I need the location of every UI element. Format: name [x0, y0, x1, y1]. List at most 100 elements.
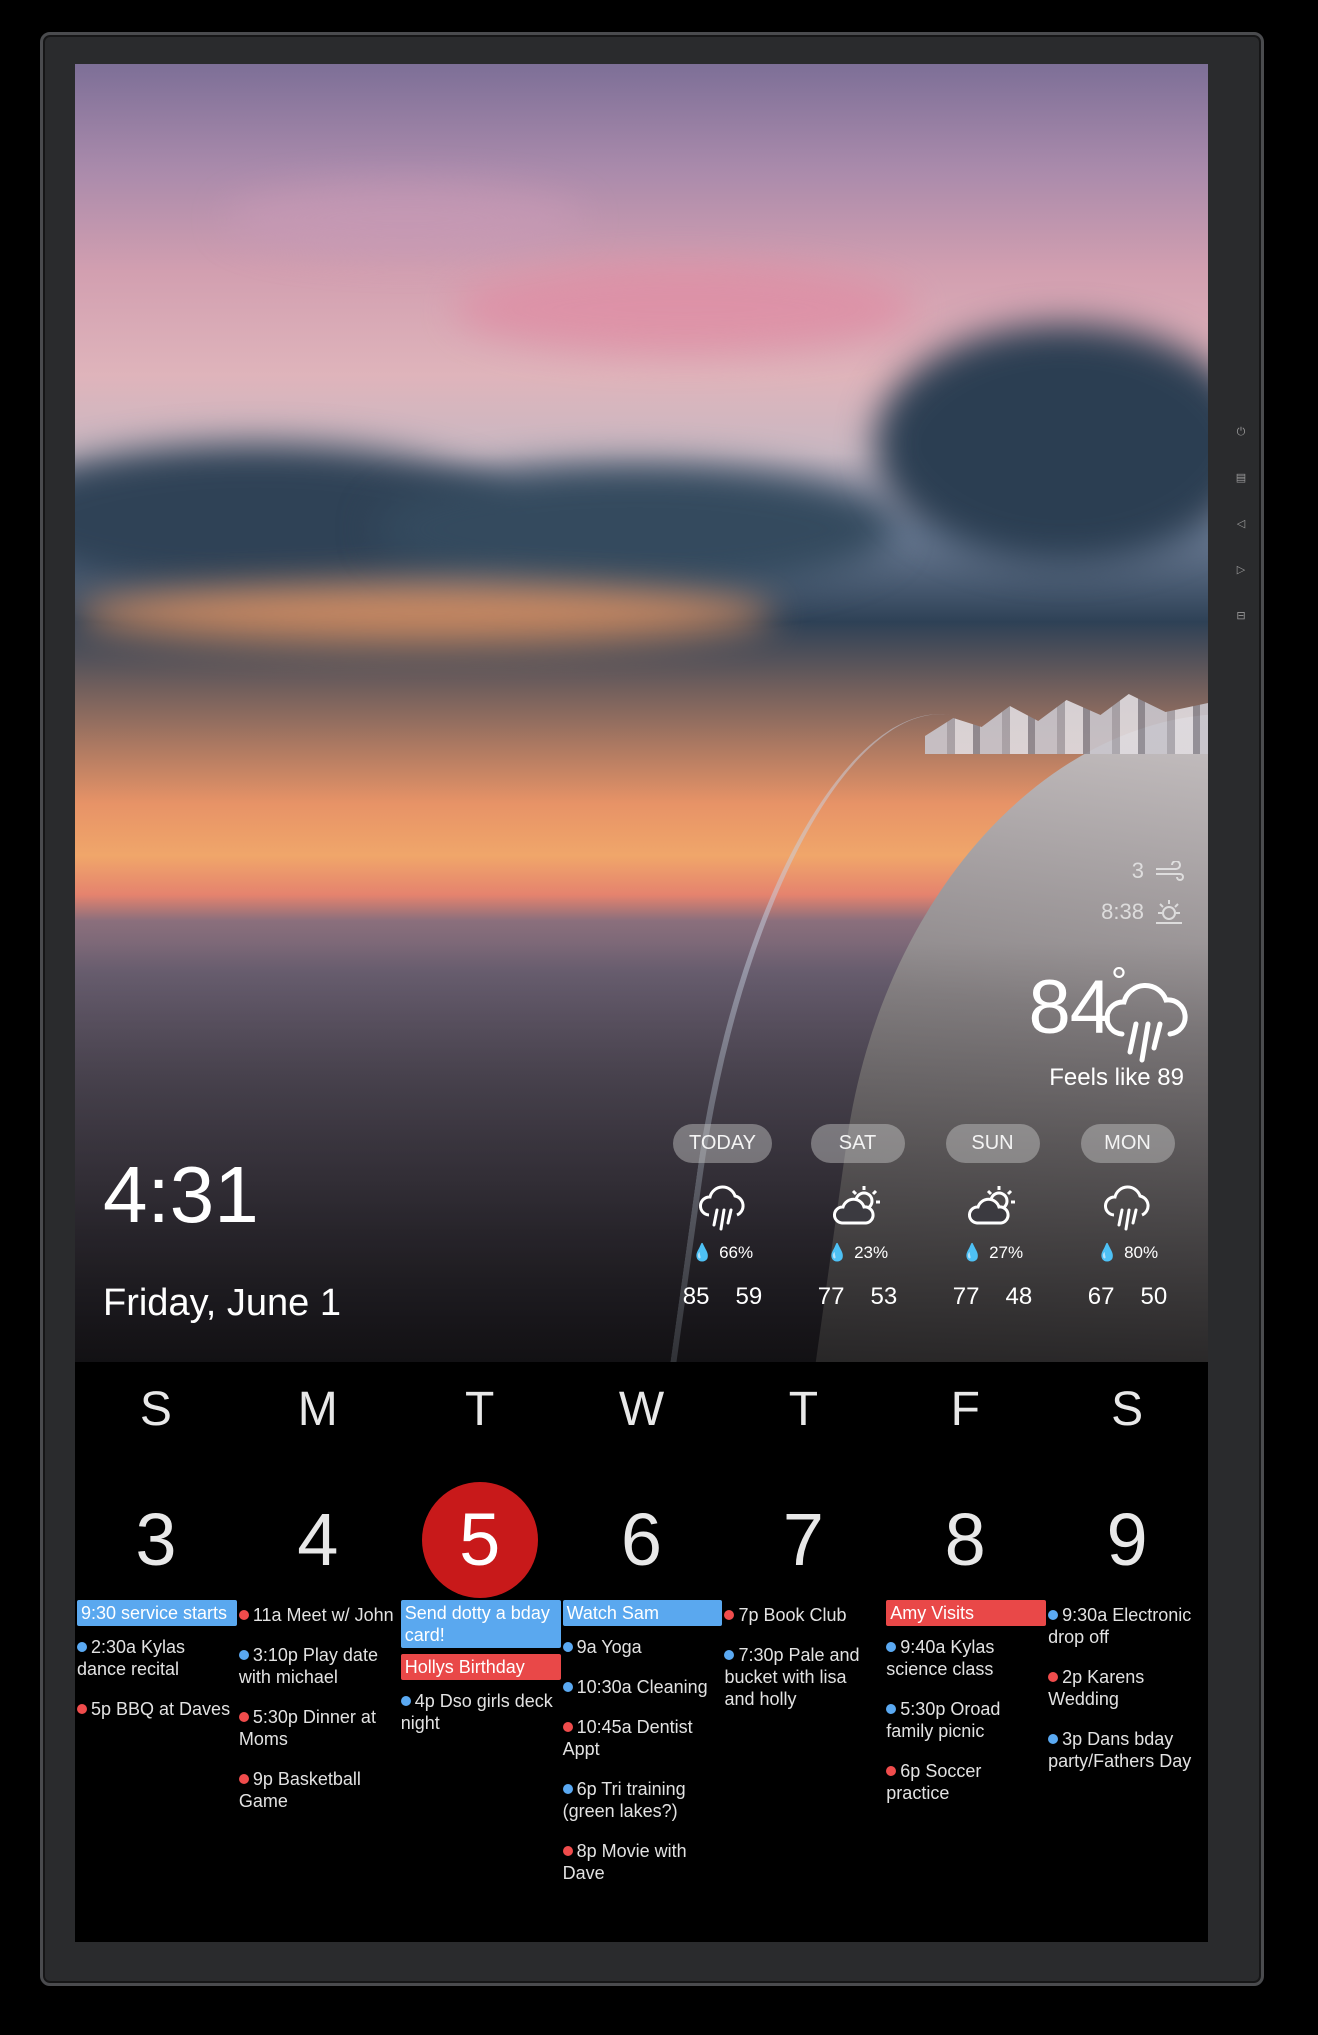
sunrise-readout: 8:38	[1101, 898, 1184, 926]
calendar-event[interactable]: 10:45a Dentist Appt	[562, 1716, 723, 1760]
weekday-label: S	[139, 1383, 172, 1436]
calendar-event[interactable]: 9a Yoga	[562, 1636, 723, 1658]
calendar-event[interactable]: 9:30a Electronic drop off	[1048, 1604, 1208, 1648]
rain-cloud-icon	[1104, 982, 1188, 1063]
calendar-event[interactable]: 4p Dso girls deck night	[400, 1690, 561, 1734]
all-day-event[interactable]: Send dotty a bday card!	[400, 1600, 561, 1648]
sunrise-icon	[1156, 900, 1182, 924]
wind-readout: 3	[1132, 858, 1184, 884]
calendar-event[interactable]: 2:30a Kylas dance recital	[77, 1636, 237, 1680]
high-temp: 77	[952, 1283, 980, 1310]
day-events-column: Send dotty a bday card! Hollys Birthday 4p…	[399, 1600, 561, 1902]
all-day-event[interactable]: Watch Sam	[562, 1600, 723, 1626]
calendar-event[interactable]: 7:30p Pale and bucket with lisa and holl…	[724, 1644, 884, 1710]
calendar-event[interactable]: 2p Karens Wedding	[1048, 1666, 1208, 1710]
date-number[interactable]: 9	[1069, 1482, 1185, 1598]
week-calendar: S M T W T F S 3 4 5 6 7 8 9 9:30 service…	[75, 1362, 1208, 1942]
high-temp: 67	[1087, 1283, 1115, 1310]
date-number[interactable]: 4	[260, 1482, 376, 1598]
day-label: MON	[1080, 1124, 1175, 1163]
calendar-event[interactable]: 5:30p Oroad family picnic	[886, 1698, 1046, 1742]
precip-value: 27%	[989, 1243, 1024, 1262]
event-dot-icon	[238, 1650, 249, 1660]
event-dot-icon	[238, 1610, 249, 1620]
raindrop-icon: 💧	[826, 1243, 849, 1262]
calendar-event[interactable]: 6p Soccer practice	[886, 1760, 1046, 1804]
calendar-event[interactable]: 9p Basketball Game	[238, 1768, 399, 1812]
cloud-shape	[875, 324, 1208, 564]
raindrop-icon: 💧	[961, 1243, 984, 1262]
event-dot-icon	[724, 1610, 735, 1620]
forecast-day: MON 💧 80% 67 50	[1060, 1124, 1195, 1311]
high-temp: 77	[817, 1283, 845, 1310]
event-dot-icon	[562, 1642, 573, 1652]
high-temp: 85	[682, 1283, 710, 1310]
date-number[interactable]: 3	[98, 1482, 214, 1598]
forecast-day: SUN 💧 27% 77 48	[925, 1124, 1060, 1311]
cloud-shape	[75, 584, 775, 644]
day-events-column: 9:30 service starts 2:30a Kylas dance rec…	[75, 1600, 237, 1902]
forecast-day: SAT 💧 23% 77 53	[790, 1124, 925, 1311]
rain-icon	[698, 1185, 745, 1231]
temperature-value: 84	[1028, 965, 1112, 1050]
wind-icon	[1156, 861, 1184, 881]
sunrise-time: 8:38	[1101, 899, 1144, 924]
event-dot-icon	[562, 1722, 573, 1732]
event-dot-icon	[886, 1766, 897, 1776]
cloud-shape	[455, 264, 915, 354]
calendar-event[interactable]: 8p Movie with Dave	[562, 1840, 723, 1884]
date-number[interactable]: 8	[907, 1482, 1023, 1598]
event-text: 7p Book Club	[738, 1605, 847, 1625]
event-dot-icon	[886, 1642, 897, 1652]
event-text: 9:40a Kylas science class	[886, 1637, 995, 1679]
calendar-event[interactable]: 3:10p Play date with michael	[238, 1644, 399, 1688]
event-text: 10:30a Cleaning	[576, 1677, 708, 1697]
weekday-label: F	[950, 1383, 980, 1436]
weekday-label: T	[464, 1383, 495, 1436]
weekday-label: M	[297, 1383, 338, 1436]
side-button-column: ⏻ ▤ ◁ ▷ ⊟	[1229, 425, 1253, 623]
city-skyline	[925, 694, 1208, 754]
all-day-event[interactable]: Hollys Birthday	[400, 1654, 561, 1680]
low-temp: 48	[1005, 1283, 1033, 1310]
date-number[interactable]: 7	[745, 1482, 861, 1598]
volume-up-icon[interactable]: ▷	[1234, 563, 1248, 577]
calendar-event[interactable]: 11a Meet w/ John	[238, 1604, 399, 1626]
precip-chance: 💧 23%	[827, 1243, 888, 1263]
calendar-event[interactable]: 5:30p Dinner at Moms	[238, 1706, 399, 1750]
event-text: 4p Dso girls deck night	[400, 1691, 553, 1733]
all-day-event[interactable]: Amy Visits	[886, 1600, 1047, 1626]
volume-down-icon[interactable]: ◁	[1234, 517, 1248, 531]
weekday-label: W	[618, 1383, 665, 1436]
calendar-event[interactable]: 5p BBQ at Daves	[77, 1698, 237, 1720]
calendar-event[interactable]: 9:40a Kylas science class	[886, 1636, 1046, 1680]
menu-icon[interactable]: ▤	[1234, 471, 1248, 485]
forecast-day: TODAY 💧 66% 85 59	[655, 1124, 790, 1311]
event-columns: 9:30 service starts 2:30a Kylas dance rec…	[75, 1600, 1208, 1902]
event-text: 2p Karens Wedding	[1048, 1667, 1145, 1709]
day-events-column: 11a Meet w/ John 3:10p Play date with mic…	[237, 1600, 399, 1902]
event-text: 6p Tri training (green lakes?)	[562, 1779, 686, 1821]
event-text: 7:30p Pale and bucket with lisa and holl…	[724, 1645, 860, 1709]
calendar-event[interactable]: 7p Book Club	[724, 1604, 884, 1626]
day-events-column: 7p Book Club 7:30p Pale and bucket with l…	[722, 1600, 884, 1902]
all-day-event[interactable]: 9:30 service starts	[77, 1600, 237, 1626]
calendar-event[interactable]: 3p Dans bday party/Fathers Day	[1048, 1728, 1208, 1772]
event-text: 3:10p Play date with michael	[238, 1645, 378, 1687]
date-number[interactable]: 6	[584, 1482, 700, 1598]
partly-sunny-icon	[832, 1186, 880, 1225]
high-low: 85 59	[683, 1283, 762, 1311]
input-icon[interactable]: ⊟	[1234, 609, 1248, 623]
day-label: SAT	[810, 1124, 905, 1163]
event-text: 11a Meet w/ John	[252, 1605, 394, 1625]
event-dot-icon	[562, 1682, 573, 1692]
wind-value: 3	[1131, 858, 1144, 883]
calendar-event[interactable]: 10:30a Cleaning	[562, 1676, 723, 1698]
calendar-event[interactable]: 6p Tri training (green lakes?)	[562, 1778, 723, 1822]
event-dot-icon	[238, 1712, 249, 1722]
today-date-number[interactable]: 5	[421, 1482, 538, 1598]
date-row: 3 4 5 6 7 8 9	[75, 1482, 1208, 1598]
event-text: 8p Movie with Dave	[562, 1841, 687, 1883]
power-icon[interactable]: ⏻	[1234, 425, 1248, 439]
partly-sunny-icon	[967, 1186, 1015, 1225]
